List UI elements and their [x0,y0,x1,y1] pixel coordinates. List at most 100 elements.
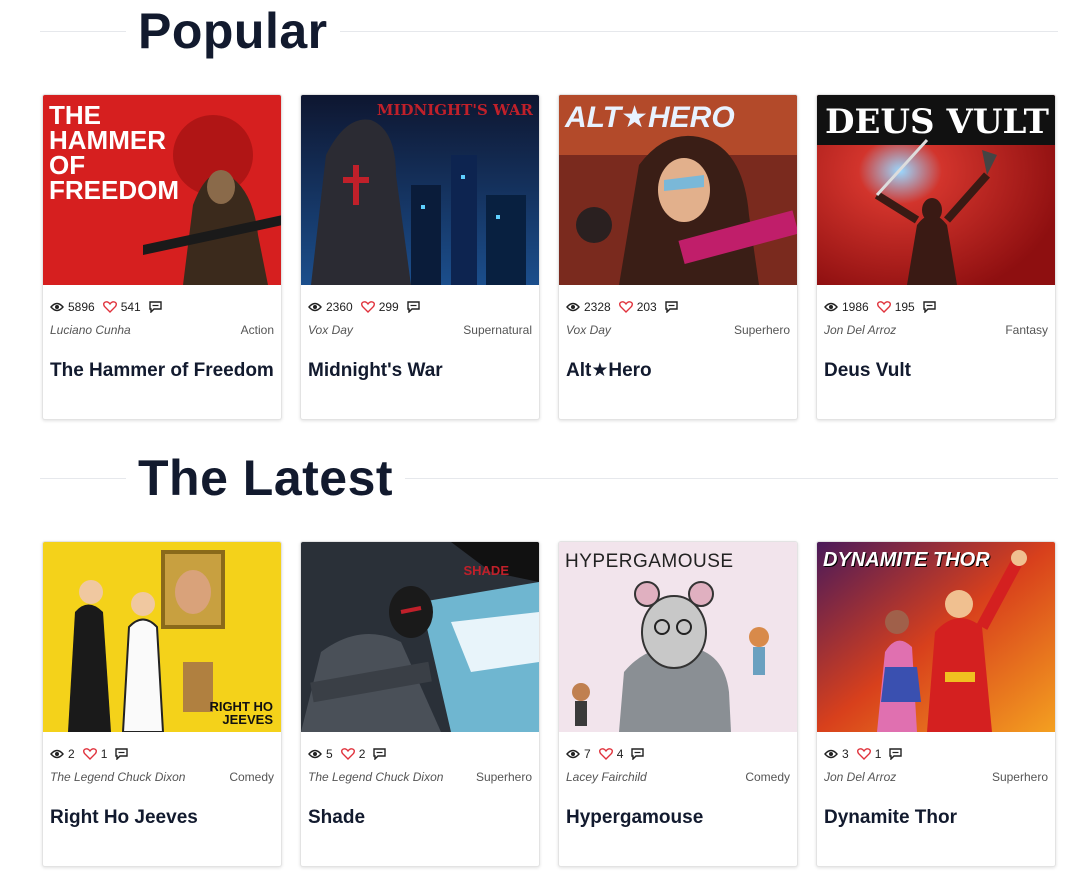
genre-label[interactable]: Comedy [745,770,790,784]
genre-label[interactable]: Comedy [229,770,274,784]
comic-title[interactable]: Midnight's War [308,361,532,381]
heart-icon[interactable] [876,301,891,313]
author-link[interactable]: Lacey Fairchild [566,770,647,784]
genre-label[interactable]: Superhero [476,770,532,784]
eye-icon [308,302,322,312]
stats-row: 2328 203 [566,299,690,315]
genre-label[interactable]: Superhero [734,323,790,337]
heart-icon[interactable] [360,301,375,313]
likes-count: 2 [358,747,366,761]
heart-icon[interactable] [340,748,355,760]
likes-stat[interactable]: 299 [360,300,399,314]
comic-title[interactable]: Alt★Hero [566,361,790,381]
comic-cover-image[interactable]: HYPERGAMOUSE [559,542,797,732]
author-link[interactable]: The Legend Chuck Dixon [50,770,185,784]
genre-label[interactable]: Fantasy [1005,323,1048,337]
stats-row: 1986 195 [824,299,948,315]
comic-card[interactable]: DYNAMITE THOR 3 1 Jon Del Arroz Superher… [816,541,1056,867]
comic-card[interactable]: ALT★HERO 2328 203 Vox Day Superhero Alt★… [558,94,798,420]
comic-cover-image[interactable]: DYNAMITE THOR [817,542,1055,732]
comments-stat[interactable] [923,301,940,313]
likes-stat[interactable]: 4 [598,747,624,761]
author-link[interactable]: Jon Del Arroz [824,770,896,784]
comic-cover-image[interactable]: MIDNIGHT'S WAR [301,95,539,285]
comic-cover-image[interactable]: SHADE [301,542,539,732]
heart-icon[interactable] [82,748,97,760]
comic-cover-image[interactable]: ALT★HERO [559,95,797,285]
heart-icon[interactable] [598,748,613,760]
heart-icon[interactable] [102,301,117,313]
comic-cover-image[interactable]: RIGHT HO JEEVES [43,542,281,732]
views-stat: 7 [566,747,591,761]
comment-icon[interactable] [665,301,678,313]
views-count: 5 [326,747,333,761]
views-stat: 1986 [824,300,869,314]
comments-stat[interactable] [407,301,424,313]
comment-icon[interactable] [889,748,903,760]
cover-lettering: DYNAMITE THOR [823,549,990,571]
comments-stat[interactable] [665,301,682,313]
comic-grid-popular: THE HAMMER OF FREEDOM 5896 541 Luciano C… [42,94,1056,424]
likes-stat[interactable]: 1 [856,747,881,761]
author-link[interactable]: Luciano Cunha [50,323,131,337]
comic-title[interactable]: Deus Vult [824,361,1048,381]
likes-stat[interactable]: 203 [618,300,657,314]
meta-row: Luciano Cunha Action [50,323,274,337]
genre-label[interactable]: Superhero [992,770,1048,784]
comments-stat[interactable] [373,748,390,760]
comment-icon[interactable] [373,748,387,760]
meta-row: The Legend Chuck Dixon Superhero [308,770,532,784]
comment-icon[interactable] [115,748,129,760]
eye-icon [50,302,64,312]
comic-title[interactable]: The Hammer of Freedom [50,361,274,381]
comments-stat[interactable] [149,301,166,313]
heart-icon[interactable] [856,748,871,760]
author-link[interactable]: Vox Day [308,323,353,337]
comic-cover-image[interactable]: THE HAMMER OF FREEDOM [43,95,281,285]
comic-card[interactable]: SHADE 5 2 The Legend Chuck Dixon Superhe… [300,541,540,867]
eye-icon [824,749,838,759]
cover-lettering: ALT★HERO [565,101,735,134]
likes-count: 203 [636,300,657,314]
likes-stat[interactable]: 1 [82,747,108,761]
meta-row: The Legend Chuck Dixon Comedy [50,770,274,784]
comments-stat[interactable] [631,748,648,760]
stats-row: 7 4 [566,746,656,762]
comic-card[interactable]: MIDNIGHT'S WAR 2360 299 Vox Day Supernat… [300,94,540,420]
genre-label[interactable]: Action [241,323,274,337]
likes-stat[interactable]: 2 [340,747,366,761]
comment-icon[interactable] [631,748,645,760]
comic-card[interactable]: RIGHT HO JEEVES 2 1 The Legend Chuck Dix… [42,541,282,867]
comic-card[interactable]: HYPERGAMOUSE 7 4 Lacey Fairchild Comedy … [558,541,798,867]
author-link[interactable]: Vox Day [566,323,611,337]
cover-lettering: THE HAMMER OF FREEDOM [49,100,179,205]
author-link[interactable]: The Legend Chuck Dixon [308,770,443,784]
views-count: 3 [842,747,849,761]
likes-count: 1 [100,747,108,761]
comment-icon[interactable] [407,301,420,313]
comic-title[interactable]: Shade [308,808,532,828]
likes-stat[interactable]: 195 [876,300,915,314]
likes-stat[interactable]: 541 [102,300,141,314]
comic-card[interactable]: DEUS VULT 1986 195 Jon Del Arroz Fantasy… [816,94,1056,420]
views-stat: 5896 [50,300,95,314]
likes-count: 4 [616,747,624,761]
comic-card[interactable]: THE HAMMER OF FREEDOM 5896 541 Luciano C… [42,94,282,420]
views-count: 5896 [68,300,95,314]
heart-icon[interactable] [618,301,633,313]
cover-lettering: SHADE [463,563,509,578]
genre-label[interactable]: Supernatural [463,323,532,337]
views-stat: 2328 [566,300,611,314]
comic-title[interactable]: Hypergamouse [566,808,790,828]
comments-stat[interactable] [115,748,132,760]
comment-icon[interactable] [149,301,162,313]
comments-stat[interactable] [889,748,906,760]
comic-title[interactable]: Dynamite Thor [824,808,1048,828]
comic-title[interactable]: Right Ho Jeeves [50,808,274,828]
views-count: 7 [584,747,591,761]
comment-icon[interactable] [923,301,936,313]
stats-row: 2 1 [50,746,140,762]
author-link[interactable]: Jon Del Arroz [824,323,896,337]
views-count: 2 [68,747,75,761]
comic-cover-image[interactable]: DEUS VULT [817,95,1055,285]
